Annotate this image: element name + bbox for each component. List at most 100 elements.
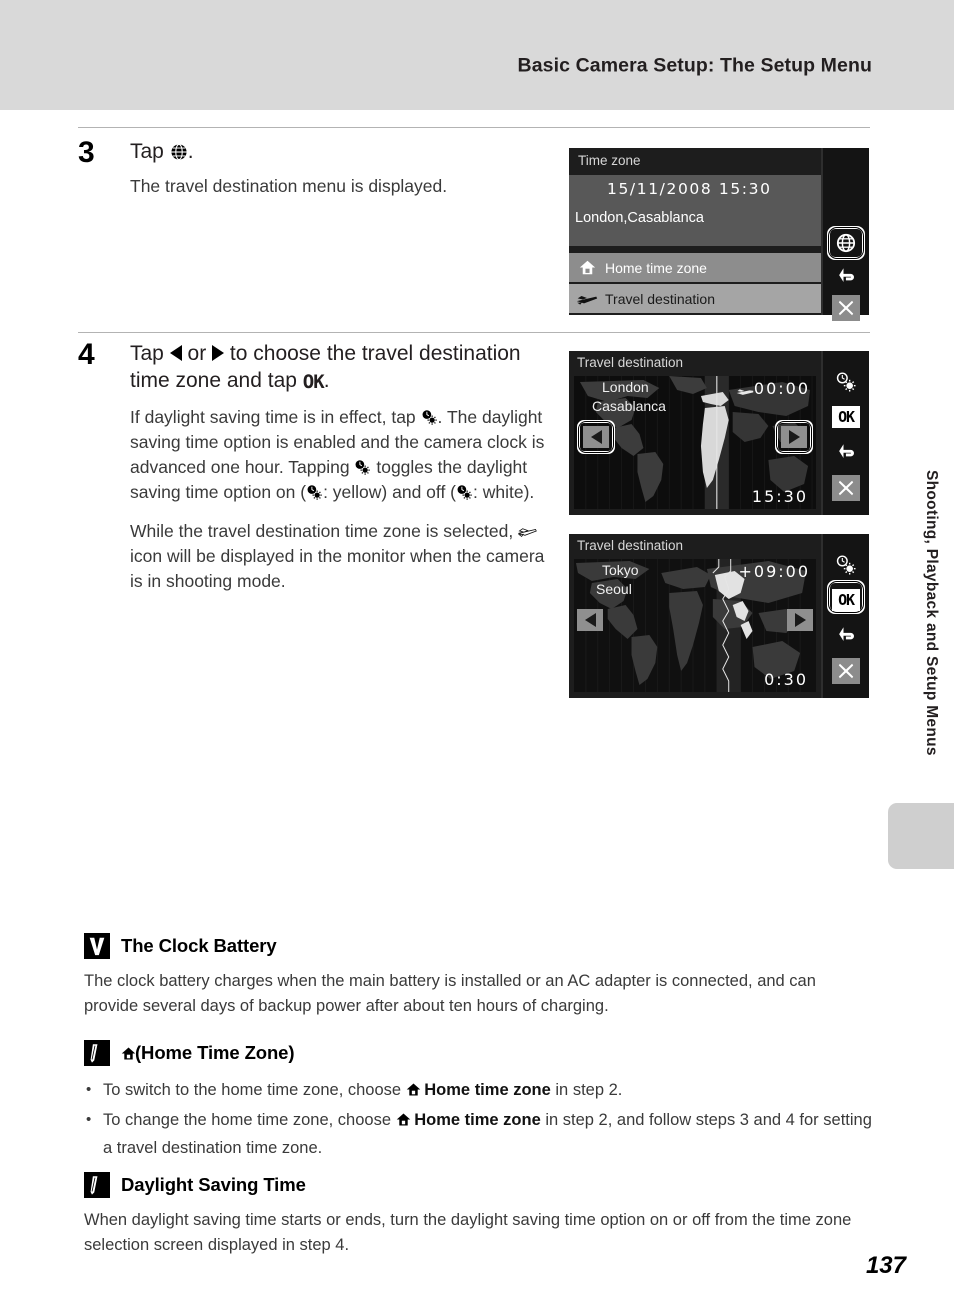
close-x-button[interactable] (831, 473, 861, 503)
step-3-title-period: . (187, 140, 194, 163)
ok-icon: OK (302, 371, 325, 393)
travel-tokyo-time: 0:30 (764, 670, 808, 689)
home-icon (396, 1108, 410, 1126)
step-4-paragraph-2: While the travel destination time zone i… (130, 519, 560, 594)
step-4-title: Tap or to choose the travel destination … (130, 340, 560, 396)
travel-london-offset-text: 00:00 (753, 379, 810, 398)
time-zone-title: Time zone (578, 153, 641, 168)
close-x-icon (832, 475, 860, 501)
right-triangle-icon (212, 345, 225, 361)
page-header: Basic Camera Setup: The Setup Menu (0, 0, 954, 110)
daylight-saving-icon-3 (306, 483, 323, 500)
travel-tokyo-title: Travel destination (577, 538, 684, 553)
bullet-2-b: Home time zone (414, 1111, 541, 1129)
left-arrow-button[interactable] (583, 426, 609, 448)
daylight-saving-icon-2 (354, 458, 371, 475)
left-triangle-icon (590, 430, 602, 444)
camera-screen-time-zone: Time zone 15/11/2008 15:30 London,Casabl… (569, 148, 869, 321)
time-zone-side-toolbar (821, 148, 869, 321)
divider-top (78, 127, 870, 128)
note-daylight-saving-body: When daylight saving time starts or ends… (84, 1211, 852, 1254)
list-item: To change the home time zone, choose Hom… (84, 1106, 874, 1162)
back-arrow-button[interactable] (831, 620, 861, 650)
note-home-time-zone-title-text: (Home Time Zone) (135, 1042, 295, 1063)
right-arrow-button[interactable] (787, 609, 813, 631)
world-map-london: London Casablanca 00:00 15:30 (574, 376, 816, 509)
step-3-title-text: Tap (130, 140, 164, 163)
daylight-saving-icon (421, 408, 438, 425)
camera-screen-travel-london: Travel destination London Casablanca 00:… (569, 351, 869, 515)
travel-tokyo-side-toolbar: OK (821, 534, 869, 698)
step-4-title-end: . (323, 369, 330, 392)
time-zone-city: London,Casablanca (575, 210, 704, 226)
step-3-number: 3 (78, 136, 95, 169)
left-triangle-icon (169, 345, 182, 361)
daylight-saving-button[interactable] (831, 550, 861, 580)
note-home-time-zone-title: (Home Time Zone) (121, 1042, 295, 1064)
note-daylight-saving-time: Daylight Saving Time When daylight savin… (84, 1172, 874, 1258)
step-4-title-part1: Tap (130, 342, 164, 365)
camera-screen-travel-tokyo: Travel destination Tokyo Seoul +09:00 0:… (569, 534, 869, 698)
travel-london-city-1: London (602, 379, 649, 395)
menu-item-home-time-zone-label: Home time zone (605, 259, 707, 276)
step-4-number: 4 (78, 338, 95, 371)
list-item: To switch to the home time zone, choose … (84, 1076, 874, 1104)
back-arrow-button[interactable] (831, 437, 861, 467)
ok-icon: OK (832, 589, 860, 611)
travel-tokyo-body: Travel destination Tokyo Seoul +09:00 0:… (569, 534, 821, 698)
divider-step-4 (78, 332, 870, 333)
bullet-2-a: To change the home time zone, choose (103, 1111, 392, 1129)
plane-icon-inline (517, 520, 537, 538)
ok-button[interactable]: OK (831, 402, 861, 432)
travel-london-body: Travel destination London Casablanca 00:… (569, 351, 821, 515)
time-zone-screen-body: Time zone 15/11/2008 15:30 London,Casabl… (569, 148, 821, 315)
menu-item-home-time-zone[interactable]: Home time zone (569, 253, 821, 282)
plane-icon (569, 292, 605, 306)
step-3-title: Tap . (130, 138, 560, 165)
ok-button[interactable]: OK (831, 585, 861, 615)
note-daylight-saving-title: Daylight Saving Time (121, 1174, 306, 1195)
globe-icon (170, 141, 188, 161)
step-3-body: Tap . The travel destination menu is dis… (130, 138, 560, 199)
time-zone-info-panel: 15/11/2008 15:30 London,Casablanca (569, 175, 821, 246)
note-clock-battery-body: The clock battery charges when the main … (84, 972, 816, 1015)
note-clock-battery-title: The Clock Battery (121, 935, 277, 956)
world-map-tokyo: Tokyo Seoul +09:00 0:30 (574, 559, 816, 692)
globe-button[interactable] (831, 228, 861, 258)
close-x-button[interactable] (831, 656, 861, 686)
left-triangle-icon (584, 613, 596, 627)
caution-icon (84, 933, 110, 959)
plane-small-icon (736, 381, 754, 400)
right-triangle-icon (788, 430, 800, 444)
close-x-button[interactable] (831, 293, 861, 323)
travel-london-title: Travel destination (577, 355, 684, 370)
bullet-1-b: Home time zone (424, 1081, 551, 1099)
right-arrow-button[interactable] (781, 426, 807, 448)
daylight-saving-button[interactable] (831, 367, 861, 397)
step-4-p2-a: While the travel destination time zone i… (130, 521, 514, 541)
page-title: Basic Camera Setup: The Setup Menu (517, 54, 872, 77)
travel-tokyo-city-1: Tokyo (602, 562, 639, 578)
step-4-p1-a: If daylight saving time is in effect, ta… (130, 407, 416, 427)
home-icon (121, 1044, 136, 1060)
travel-tokyo-city-2: Seoul (596, 581, 632, 597)
pencil-icon (84, 1172, 110, 1198)
back-arrow-button[interactable] (831, 261, 861, 291)
note-home-time-zone: (Home Time Zone) To switch to the home t… (84, 1040, 874, 1164)
travel-london-city-2: Casablanca (592, 398, 666, 414)
step-4-p1-d: : yellow) and off ( (323, 482, 457, 502)
menu-item-travel-destination-label: Travel destination (605, 290, 715, 307)
home-icon (569, 259, 605, 276)
note-home-time-zone-bullets: To switch to the home time zone, choose … (84, 1076, 874, 1162)
left-arrow-button[interactable] (577, 609, 603, 631)
note-clock-battery: The Clock Battery The clock battery char… (84, 933, 874, 1019)
travel-tokyo-offset: +09:00 (738, 562, 810, 581)
menu-item-travel-destination[interactable]: Travel destination (569, 284, 821, 313)
step-4-p2-b: icon will be displayed in the monitor wh… (130, 546, 545, 591)
step-4-title-part2: or (187, 342, 207, 365)
step-4-paragraph-1: If daylight saving time is in effect, ta… (130, 405, 560, 505)
section-tab-label: Shooting, Playback and Setup Menus (923, 470, 940, 756)
close-x-icon (832, 295, 860, 321)
right-triangle-icon (794, 613, 806, 627)
travel-london-time: 15:30 (751, 487, 808, 506)
